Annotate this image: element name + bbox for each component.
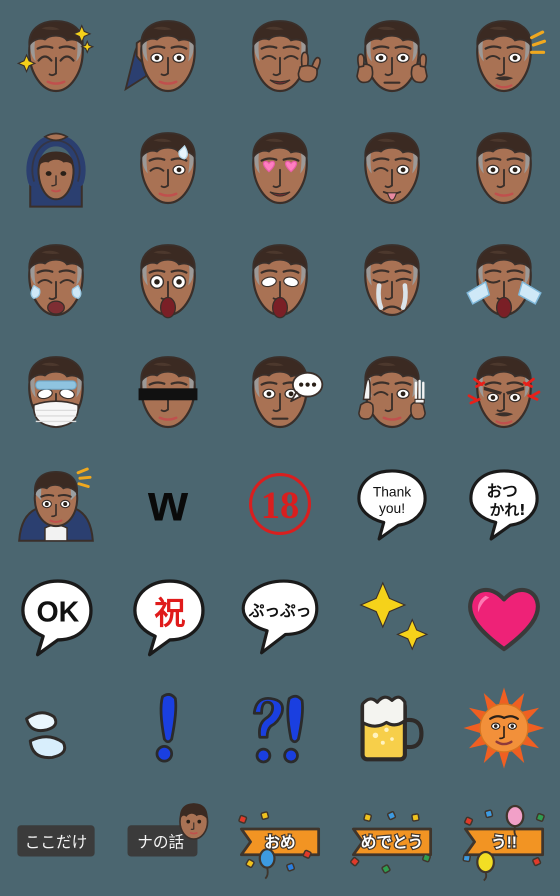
figure-bowing-apology-icon [10,458,102,550]
face-crying-streams-icon [346,234,438,326]
sticker-cell-face-idea-spark[interactable] [448,0,560,112]
face-peace-sign-icon [234,10,326,102]
sticker-cell-face-smirk[interactable] [448,112,560,224]
face-laugh-tears-icon [10,234,102,326]
face-listening-icon [122,10,214,102]
svg-text:w: w [147,474,189,532]
svg-text:めでとう: めでとう [361,833,424,851]
sticker-cell-bubble-thank-you[interactable]: Thank you! Thank you! [336,448,448,560]
sticker-cell-face-laugh-tears[interactable] [0,224,112,336]
sticker-cell-face-sparkle[interactable] [0,0,112,112]
bubble-ok-icon: OK [10,570,102,662]
svg-text:ここだけ: ここだけ [25,832,88,851]
sticker-cell-face-censor-bar[interactable] [112,336,224,448]
sticker-cell-face-screaming[interactable] [224,224,336,336]
svg-text:ナの話: ナの話 [137,832,184,851]
sticker-cell-face-listening[interactable] [112,0,224,112]
stamp-eighteen-icon: 18 [234,458,326,550]
heart-pink-icon [458,570,550,662]
sticker-cell-face-sick-mask[interactable] [0,336,112,448]
face-censor-bar-icon [122,346,214,438]
sticker-cell-face-tongue-out[interactable] [336,112,448,224]
face-sparkle-icon [10,10,102,102]
face-sobbing-loud-icon [458,234,550,326]
sticker-cell-face-wink-sweat[interactable] [112,112,224,224]
label-koko-dake-icon: ここだけ [10,794,102,886]
sticker-cell-face-thumbs-up-double[interactable] [336,0,448,112]
interrobang-marks-icon [234,682,326,774]
svg-text:Thank: Thank [373,485,411,500]
svg-text:かれ!: かれ! [490,502,526,519]
svg-text:おつ: おつ [487,482,518,501]
face-heart-eyes-icon [234,122,326,214]
sweat-drops-icon [10,682,102,774]
sticker-cell-label-na-no-hanashi[interactable]: ナの話 ナの話 [112,784,224,896]
beer-mug-icon [346,682,438,774]
bubble-puppu-icon: ぷっぷっ [234,570,326,662]
sun-face-icon [458,682,550,774]
sticker-cell-face-crying-streams[interactable] [336,224,448,336]
sticker-cell-banner-omedetou-part3[interactable]: う!! う!! [448,784,560,896]
face-thumbs-up-double-icon [346,10,438,102]
face-thought-dots-icon [234,346,326,438]
sticker-cell-bubble-ok[interactable]: OK OK [0,560,112,672]
sticker-cell-face-knife-fork[interactable] [336,336,448,448]
sticker-cell-exclamation-mark[interactable]: ! [112,672,224,784]
sticker-cell-banner-omedetou-part2[interactable]: めでとう めでとう [336,784,448,896]
sticker-cell-interrobang-marks[interactable]: ?! [224,672,336,784]
face-shocked-wide-eyes-icon [122,234,214,326]
sticker-cell-face-sobbing-loud[interactable] [448,224,560,336]
emoji-sticker-grid: w w 18 18 Thank you! Thank you! おつ かれ! お… [0,0,560,896]
sticker-cell-letter-w-laugh[interactable]: w w [112,448,224,560]
letter-w-laugh-icon: w [122,458,214,550]
banner-omedetou-part1-icon: おめ [234,794,326,886]
sticker-cell-face-arms-circle-ok[interactable] [0,112,112,224]
face-tongue-out-icon [346,122,438,214]
sticker-cell-face-shocked-wide-eyes[interactable] [112,224,224,336]
banner-omedetou-part3-icon: う!! [458,794,550,886]
sticker-cell-label-koko-dake[interactable]: ここだけ ここだけ [0,784,112,896]
sticker-cell-heart-pink[interactable] [448,560,560,672]
sticker-cell-sweat-drops[interactable] [0,672,112,784]
sticker-cell-bubble-puppu[interactable]: ぷっぷっ ぷっぷっ [224,560,336,672]
label-na-no-hanashi-icon: ナの話 [122,794,214,886]
sticker-cell-face-angry-veins[interactable] [448,336,560,448]
svg-text:you!: you! [379,501,405,516]
svg-text:18: 18 [261,485,300,527]
bubble-shuku-icon: 祝 [122,570,214,662]
face-arms-circle-ok-icon [10,122,102,214]
svg-text:祝: 祝 [154,595,185,631]
face-smirk-icon [458,122,550,214]
sticker-cell-banner-omedetou-part1[interactable]: おめ おめ [224,784,336,896]
face-screaming-icon [234,234,326,326]
sticker-cell-face-peace-sign[interactable] [224,0,336,112]
banner-omedetou-part2-icon: めでとう [346,794,438,886]
sticker-cell-face-heart-eyes[interactable] [224,112,336,224]
face-sick-mask-icon [10,346,102,438]
sticker-cell-bubble-shuku[interactable]: 祝 祝 [112,560,224,672]
sticker-cell-figure-bowing-apology[interactable] [0,448,112,560]
face-idea-spark-icon [458,10,550,102]
bubble-otsukare-icon: おつ かれ! [458,458,550,550]
svg-text:ぷっぷっ: ぷっぷっ [248,601,312,620]
svg-text:OK: OK [36,597,79,629]
svg-text:う!!: う!! [491,833,517,851]
sticker-cell-face-thought-dots[interactable] [224,336,336,448]
sticker-cell-bubble-otsukare[interactable]: おつ かれ! おつかれ! [448,448,560,560]
exclamation-mark-icon [122,682,214,774]
face-angry-veins-icon [458,346,550,438]
face-wink-sweat-icon [122,122,214,214]
sticker-cell-beer-mug[interactable] [336,672,448,784]
sticker-cell-sparkles-pair[interactable] [336,560,448,672]
bubble-thank-you-icon: Thank you! [346,458,438,550]
sparkles-pair-icon [346,570,438,662]
sticker-cell-stamp-eighteen[interactable]: 18 18 [224,448,336,560]
sticker-cell-sun-face[interactable] [448,672,560,784]
svg-text:おめ: おめ [264,833,295,851]
face-knife-fork-icon [346,346,438,438]
